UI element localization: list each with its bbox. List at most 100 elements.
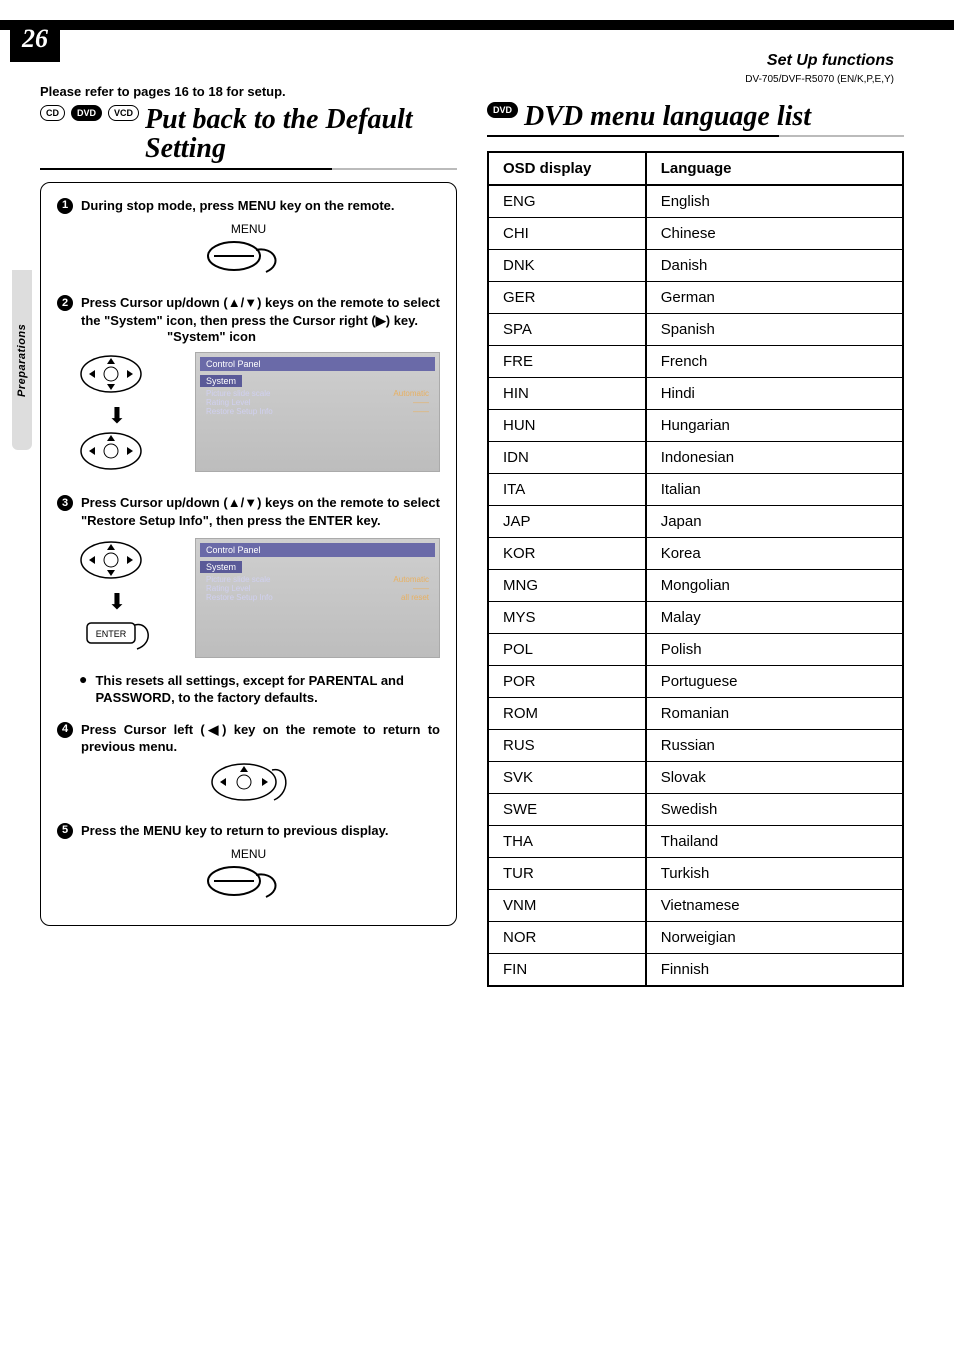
osd-code: IDN <box>488 442 646 474</box>
dpad-icon <box>204 758 294 808</box>
table-row: FREFrench <box>488 346 903 378</box>
language-name: Malay <box>646 602 903 634</box>
language-name: Romanian <box>646 698 903 730</box>
step-2: 2 Press Cursor up/down (▲/▼) keys on the… <box>57 294 440 480</box>
right-column: DVD DVD menu language list OSD display L… <box>487 84 904 987</box>
table-row: SWESwedish <box>488 794 903 826</box>
osd-code: NOR <box>488 922 646 954</box>
step-1: 1 During stop mode, press MENU key on th… <box>57 197 440 281</box>
system-icon-label: "System" icon <box>167 329 440 344</box>
bullet-icon: ● <box>79 672 87 707</box>
language-name: Italian <box>646 474 903 506</box>
table-row: PORPortuguese <box>488 666 903 698</box>
step-text: Press Cursor up/down (▲/▼) keys on the r… <box>81 294 440 329</box>
table-row: NORNorweigian <box>488 922 903 954</box>
osd-code: MYS <box>488 602 646 634</box>
menu-label: MENU <box>57 847 440 861</box>
osd-screenshot: Control Panel System Picture slide scale… <box>195 538 440 658</box>
language-name: Chinese <box>646 218 903 250</box>
osd-code: FIN <box>488 954 646 987</box>
dpad-illustration: ⬇ ENTER <box>57 538 177 658</box>
side-tab-preparations: Preparations <box>12 270 32 450</box>
osd-code: GER <box>488 282 646 314</box>
table-header-lang: Language <box>646 152 903 185</box>
osd-code: FRE <box>488 346 646 378</box>
osd-code: SVK <box>488 762 646 794</box>
menu-button-icon <box>204 238 294 280</box>
osd-row-key: Rating Level <box>206 398 250 407</box>
table-row: HINHindi <box>488 378 903 410</box>
top-bar <box>0 20 954 30</box>
dpad-icon <box>77 538 157 586</box>
table-row: JAPJapan <box>488 506 903 538</box>
menu-label: MENU <box>57 222 440 236</box>
step-number-icon: 3 <box>57 495 73 511</box>
table-row: MYSMalay <box>488 602 903 634</box>
language-name: Russian <box>646 730 903 762</box>
title-underline <box>40 168 457 170</box>
osd-row-val: —— <box>413 407 429 416</box>
table-row: ROMRomanian <box>488 698 903 730</box>
osd-code: POR <box>488 666 646 698</box>
osd-row-key: Restore Setup Info <box>206 407 273 416</box>
osd-code: ENG <box>488 185 646 218</box>
table-row: CHIChinese <box>488 218 903 250</box>
reset-note-text: This resets all settings, except for PAR… <box>95 672 440 707</box>
language-name: German <box>646 282 903 314</box>
language-name: Danish <box>646 250 903 282</box>
badge-vcd: VCD <box>108 105 139 121</box>
table-row: MNGMongolian <box>488 570 903 602</box>
table-row: THAThailand <box>488 826 903 858</box>
language-name: English <box>646 185 903 218</box>
language-name: Swedish <box>646 794 903 826</box>
step-number-icon: 1 <box>57 198 73 214</box>
table-row: GERGerman <box>488 282 903 314</box>
left-title: Put back to the Default Setting <box>145 105 457 164</box>
language-name: Hindi <box>646 378 903 410</box>
osd-row-key: Picture slide scale <box>206 389 270 398</box>
language-table: OSD display Language ENGEnglishCHIChines… <box>487 151 904 987</box>
osd-code: SPA <box>488 314 646 346</box>
table-row: SVKSlovak <box>488 762 903 794</box>
arrow-down-icon: ⬇ <box>57 405 177 427</box>
osd-code: POL <box>488 634 646 666</box>
dpad-icon <box>77 429 157 477</box>
osd-code: SWE <box>488 794 646 826</box>
language-name: Finnish <box>646 954 903 987</box>
left-column: Please refer to pages 16 to 18 for setup… <box>40 84 457 987</box>
osd-code: VNM <box>488 890 646 922</box>
steps-box: 1 During stop mode, press MENU key on th… <box>40 182 457 926</box>
osd-row-val: Automatic <box>393 389 429 398</box>
osd-title: Control Panel <box>200 543 435 557</box>
menu-button-icon <box>204 863 294 905</box>
table-row: FINFinnish <box>488 954 903 987</box>
language-name: Polish <box>646 634 903 666</box>
language-name: Vietnamese <box>646 890 903 922</box>
osd-section: System <box>200 561 242 573</box>
osd-code: JAP <box>488 506 646 538</box>
osd-screenshot: Control Panel System Picture slide scale… <box>195 352 440 472</box>
language-name: Mongolian <box>646 570 903 602</box>
table-header-osd: OSD display <box>488 152 646 185</box>
osd-row-key: Picture slide scale <box>206 575 270 584</box>
table-row: RUSRussian <box>488 730 903 762</box>
title-underline <box>487 135 904 137</box>
dpad-icon <box>77 352 157 400</box>
reset-note: ● This resets all settings, except for P… <box>79 672 440 707</box>
dpad-illustration: ⬇ <box>57 352 177 480</box>
osd-title: Control Panel <box>200 357 435 371</box>
osd-row-val: —— <box>413 398 429 407</box>
language-name: Spanish <box>646 314 903 346</box>
table-row: POLPolish <box>488 634 903 666</box>
step-text: Press Cursor up/down (▲/▼) keys on the r… <box>81 494 440 529</box>
table-row: KORKorea <box>488 538 903 570</box>
language-name: Indonesian <box>646 442 903 474</box>
language-name: Portuguese <box>646 666 903 698</box>
left-title-row: CD DVD VCD Put back to the Default Setti… <box>40 105 457 164</box>
step-number-icon: 4 <box>57 722 73 738</box>
osd-code: RUS <box>488 730 646 762</box>
step-3: 3 Press Cursor up/down (▲/▼) keys on the… <box>57 494 440 657</box>
step-text: Press the MENU key to return to previous… <box>81 822 389 840</box>
language-name: Turkish <box>646 858 903 890</box>
badge-dvd: DVD <box>487 102 518 118</box>
